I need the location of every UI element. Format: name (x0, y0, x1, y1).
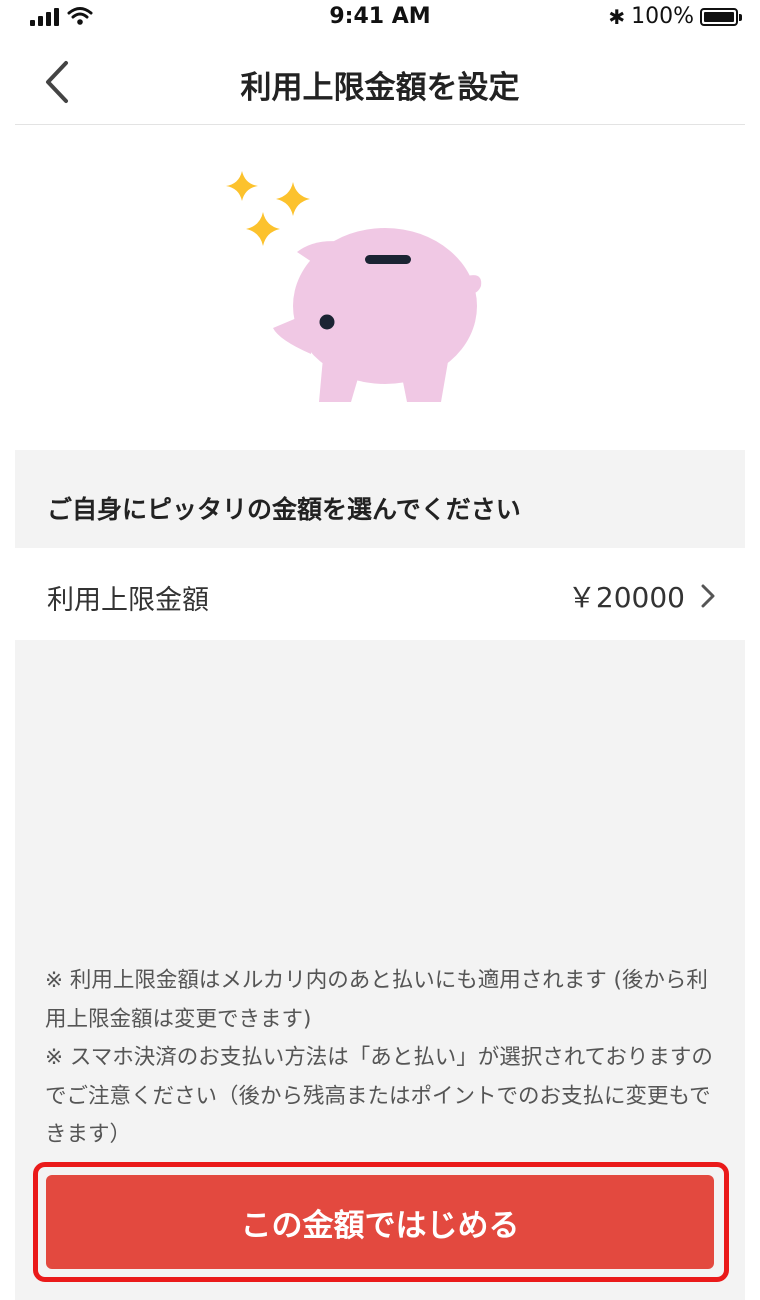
sparkle-icon (226, 171, 258, 201)
page-title: 利用上限金額を設定 (240, 70, 520, 106)
notes: ※ 利用上限金額はメルカリ内のあと払いにも適用されます (後から利用上限金額は変… (45, 962, 715, 1155)
battery-icon (700, 7, 742, 26)
section-title: ご自身にピッタリの金額を選んでください (47, 495, 521, 524)
status-right: ✱ 100% (608, 4, 742, 29)
hero-illustration (15, 126, 745, 450)
bluetooth-icon: ✱ (608, 4, 626, 29)
sparkle-icon (276, 182, 310, 216)
nav-bar: 利用上限金額を設定 (15, 40, 745, 125)
chevron-right-icon (701, 584, 715, 608)
note-text: ※ 利用上限金額はメルカリ内のあと払いにも適用されます (後から利用上限金額は変… (45, 968, 708, 1032)
section-header: ご自身にピッタリの金額を選んでください (15, 450, 745, 548)
start-with-amount-button[interactable]: この金額ではじめる (46, 1175, 714, 1269)
battery-percent: 100% (631, 4, 694, 29)
status-bar: 9:41 AM ✱ 100% (0, 0, 760, 40)
usage-limit-label: 利用上限金額 (47, 585, 209, 616)
sparkle-icon (246, 212, 280, 246)
note-text: ※ スマホ決済のお支払い方法は「あと払い」が選択されておりますのでご注意ください… (45, 1045, 713, 1147)
usage-limit-row[interactable]: 利用上限金額 ￥20000 (15, 548, 745, 640)
usage-limit-value: ￥20000 (567, 581, 685, 614)
piggy-bank-illustration (226, 171, 482, 402)
usage-limit-value-group: ￥20000 (568, 576, 715, 616)
